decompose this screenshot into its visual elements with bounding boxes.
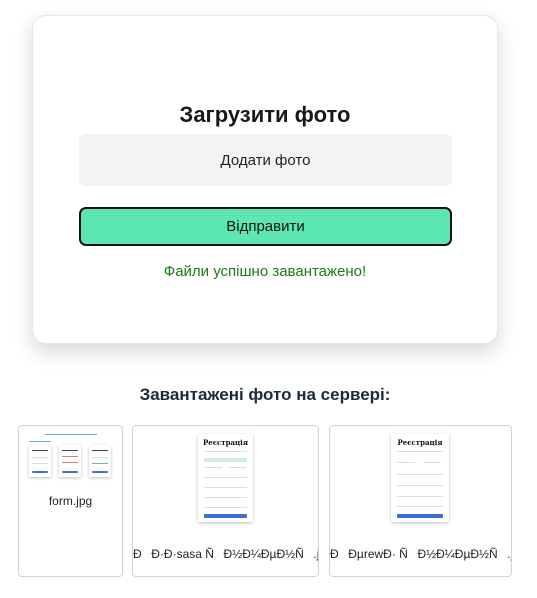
gallery-item[interactable]: Реєстрація ÐÐµrewÐ· ÑÐ½Ð¼ÐµÐ½Ñ.jpg [329, 425, 512, 577]
photo-thumbnail: Реєстрація [198, 434, 253, 522]
upload-title: Загрузити фото [179, 102, 351, 127]
success-message: Файли успішно завантажено! [163, 263, 367, 280]
add-photo-input[interactable]: Додати фото [79, 134, 452, 186]
submit-button[interactable]: Відправити [79, 207, 452, 246]
photo-thumbnail [27, 432, 115, 480]
photo-caption: form.jpg [48, 494, 93, 508]
photo-thumbnail: Реєстрація [391, 434, 449, 522]
upload-card: Загрузити фото Додати фото Відправити Фа… [32, 15, 498, 344]
gallery-title: Завантажені фото на сервері: [139, 385, 391, 404]
gallery-item[interactable]: Реєстрація ÐÐ·Ð·sasa ÑÐ½Ð¼ÐµÐ½Ñ.jpg [132, 425, 319, 577]
gallery-item[interactable]: form.jpg [18, 425, 123, 577]
photo-caption: ÐÐ·Ð·sasa ÑÐ½Ð¼ÐµÐ½Ñ.jpg [133, 547, 318, 561]
photo-caption: ÐÐµrewÐ· ÑÐ½Ð¼ÐµÐ½Ñ.jpg [330, 547, 511, 561]
